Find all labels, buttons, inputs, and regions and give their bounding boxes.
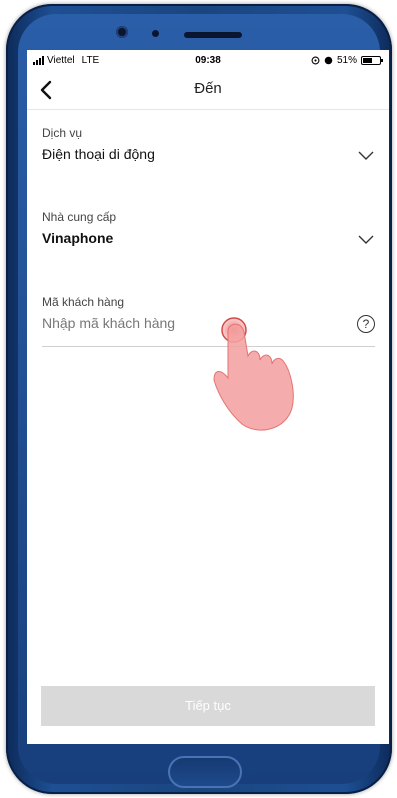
proximity-sensor	[152, 30, 159, 37]
service-field[interactable]: Dịch vụ Điện thoại di động	[42, 126, 375, 166]
service-label: Dịch vụ	[42, 126, 83, 140]
help-icon[interactable]: ?	[357, 315, 375, 333]
alarm-icon	[311, 56, 320, 65]
chevron-down-icon[interactable]	[357, 230, 375, 248]
customer-code-label: Mã khách hàng	[42, 295, 125, 309]
status-right: 51%	[311, 55, 383, 66]
status-bar: Viettel LTE 09:38 51%	[27, 50, 389, 70]
service-value: Điện thoại di động	[42, 146, 155, 162]
battery-icon	[361, 56, 383, 65]
nav-bar: Đến	[27, 70, 389, 110]
battery-percent: 51%	[336, 55, 357, 66]
provider-value: Vinaphone	[42, 230, 114, 246]
front-camera	[116, 26, 128, 38]
clock-icon	[324, 56, 333, 65]
provider-field[interactable]: Nhà cung cấp Vinaphone	[42, 210, 375, 250]
chevron-down-icon[interactable]	[357, 146, 375, 164]
home-button[interactable]	[168, 756, 242, 788]
earpiece-speaker	[184, 32, 242, 38]
tap-hand-icon	[213, 317, 294, 431]
provider-label: Nhà cung cấp	[42, 210, 117, 224]
continue-button[interactable]: Tiếp tục	[41, 686, 375, 726]
page-title: Đến	[194, 80, 222, 97]
